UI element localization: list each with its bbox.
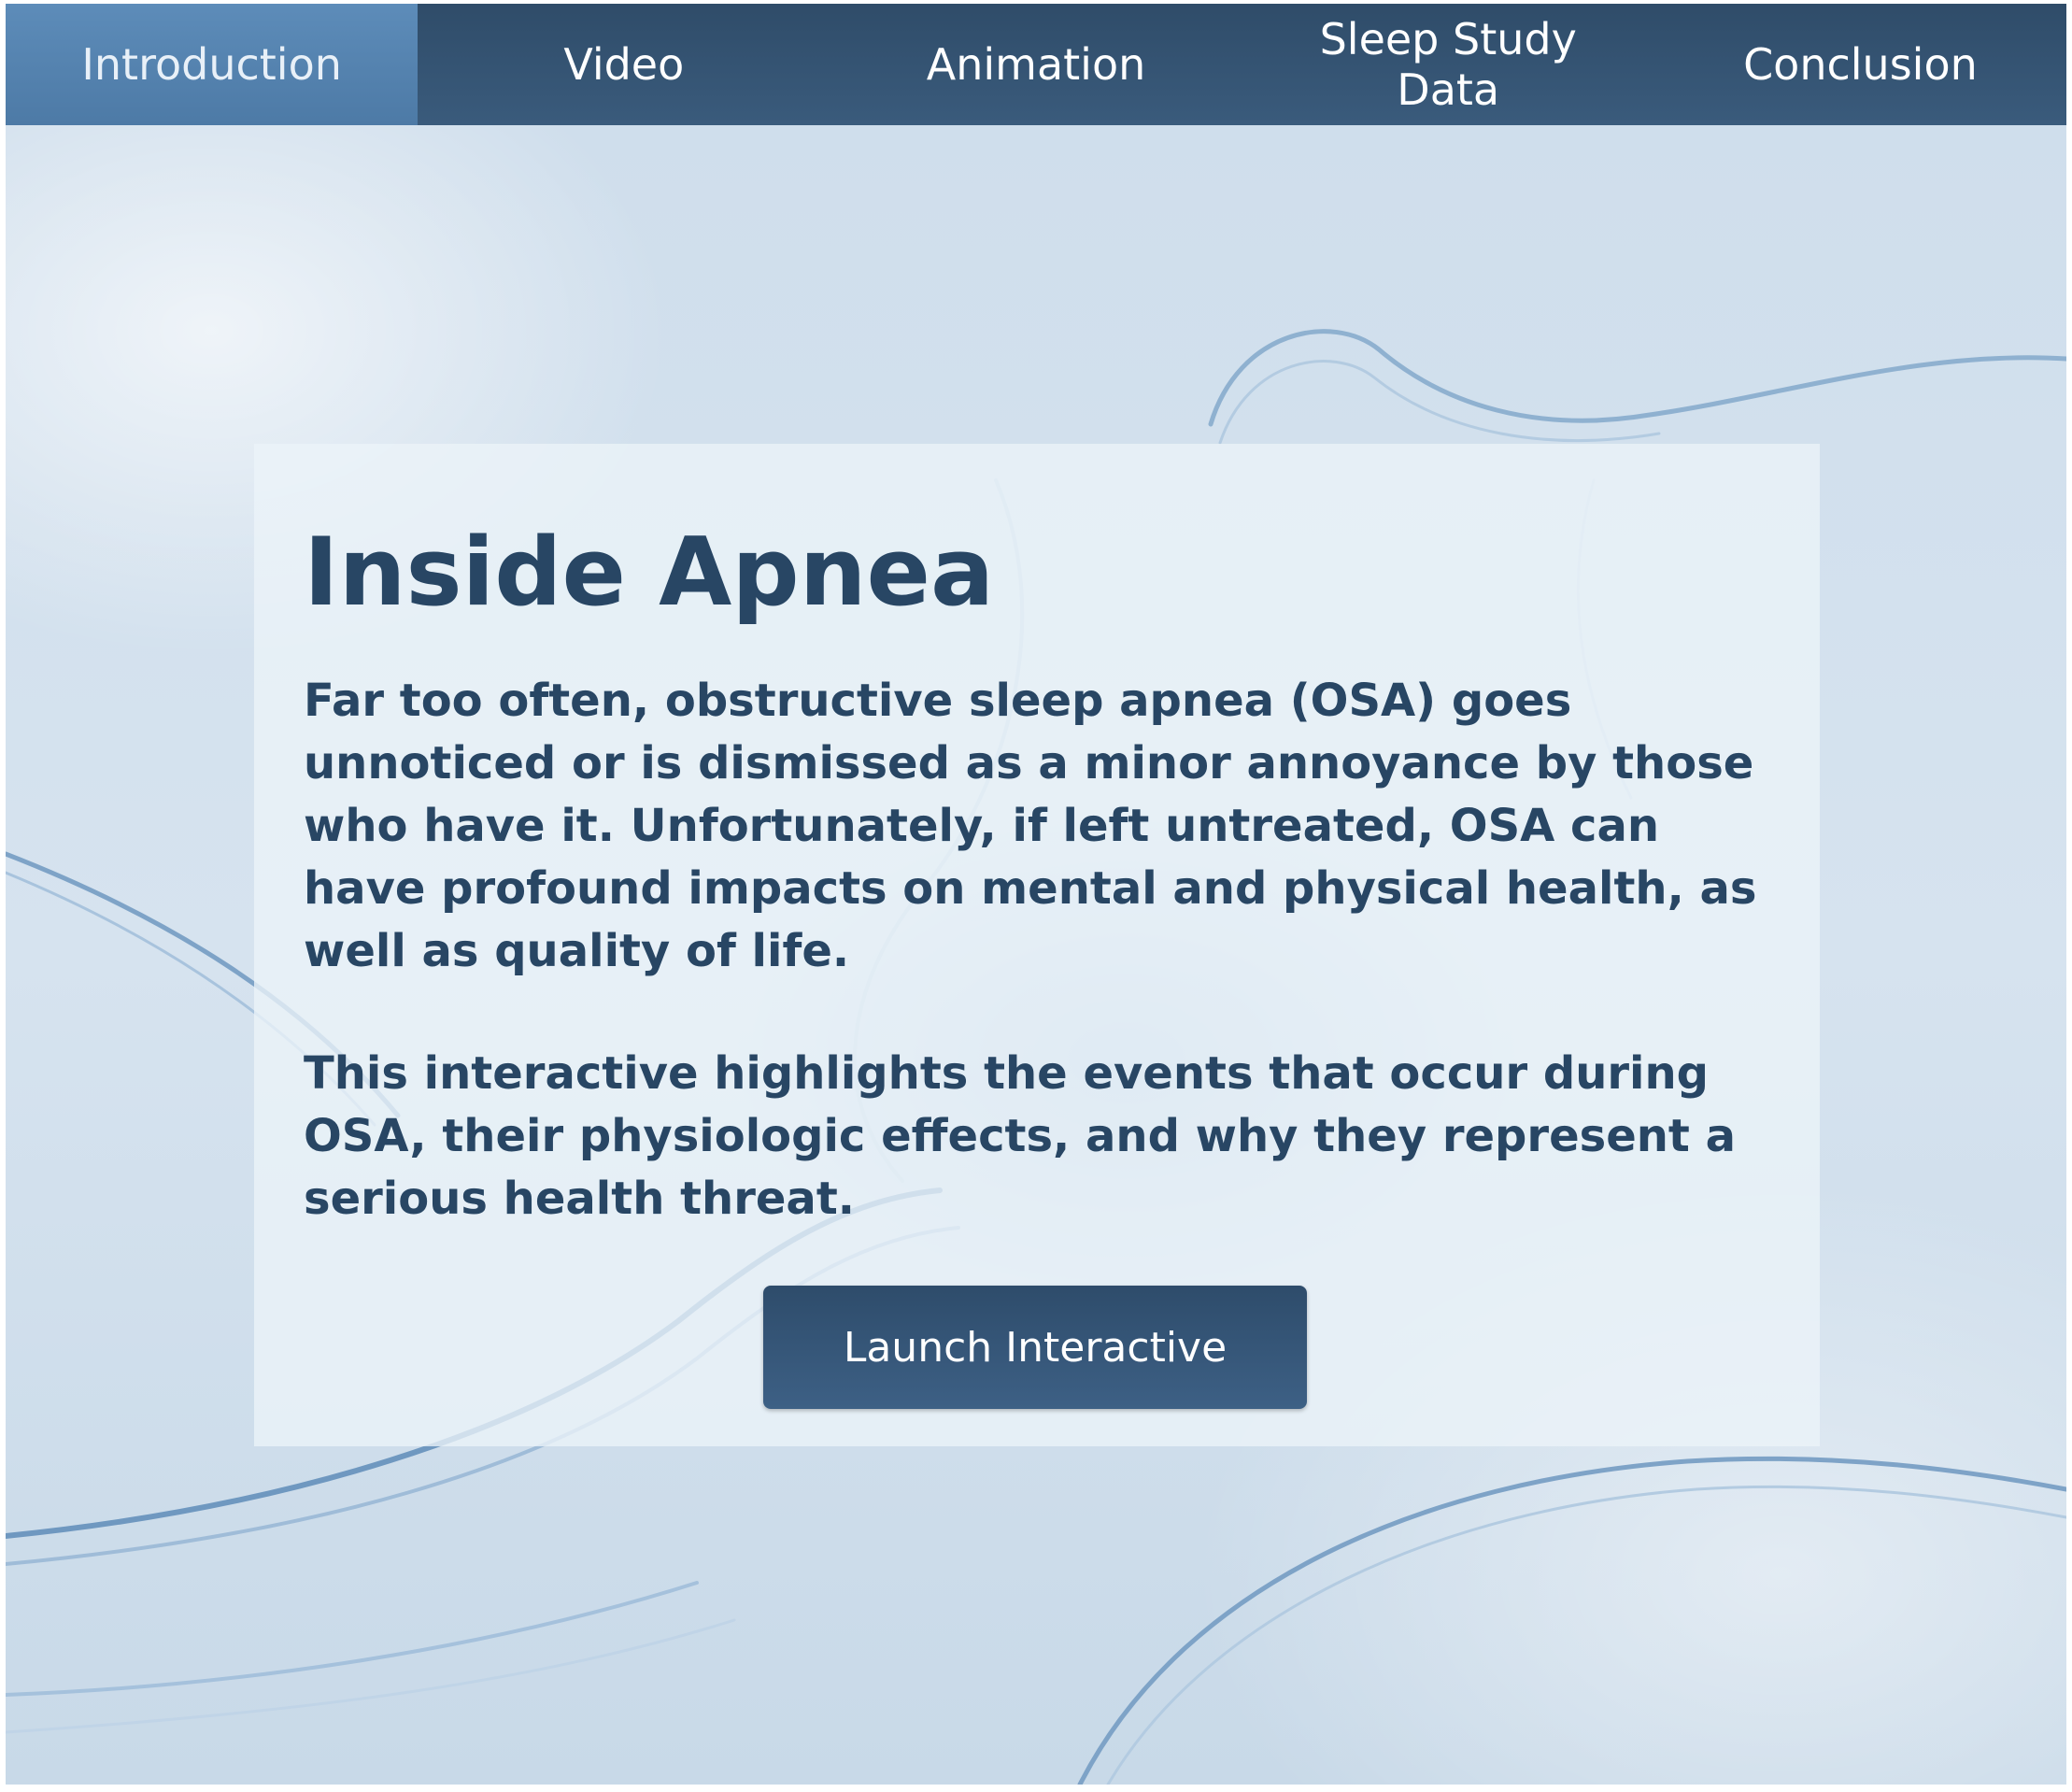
tab-label: Video	[563, 39, 685, 90]
tab-conclusion[interactable]: Conclusion	[1654, 4, 2066, 125]
tab-video[interactable]: Video	[418, 4, 830, 125]
intro-paragraph: Far too often, obstructive sleep apnea (…	[304, 675, 1757, 977]
intro-panel: Inside Apnea Far too often, obstructive …	[254, 444, 1820, 1446]
tab-label: Sleep Study Data	[1319, 14, 1577, 115]
description-paragraph: This interactive highlights the events t…	[304, 1047, 1736, 1225]
tab-label: Conclusion	[1743, 39, 1978, 90]
page-title: Inside Apnea	[304, 517, 995, 627]
tab-animation[interactable]: Animation	[830, 4, 1242, 125]
launch-interactive-button[interactable]: Launch Interactive	[763, 1286, 1307, 1409]
tab-label: Introduction	[81, 39, 342, 90]
button-label: Launch Interactive	[843, 1323, 1228, 1372]
tab-label: Animation	[926, 39, 1146, 90]
top-navigation: Introduction Video Animation Sleep Study…	[6, 4, 2066, 125]
app-frame: Introduction Video Animation Sleep Study…	[6, 4, 2066, 1785]
tab-introduction[interactable]: Introduction	[6, 4, 419, 125]
tab-sleep-study-data[interactable]: Sleep Study Data	[1242, 4, 1654, 125]
